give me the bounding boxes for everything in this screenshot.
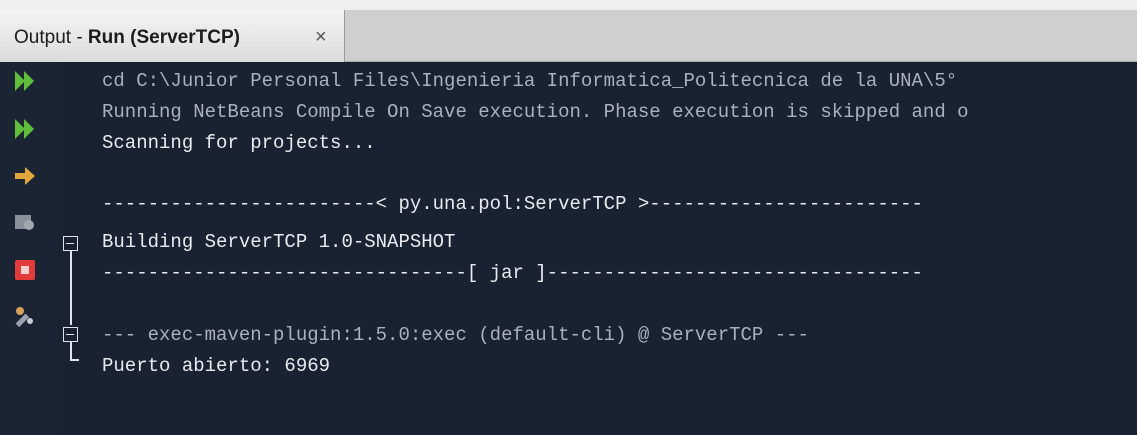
- stop-gray-icon[interactable]: [10, 207, 40, 237]
- tab-title: Output - Run (ServerTCP): [14, 27, 240, 49]
- tab-output-run[interactable]: Output - Run (ServerTCP) ×: [0, 10, 345, 62]
- console-line-scanning: Scanning for projects...: [102, 132, 376, 154]
- console-line-running: Running NetBeans Compile On Save executi…: [102, 101, 969, 123]
- step-icon[interactable]: [10, 161, 40, 191]
- rerun-icon[interactable]: [10, 66, 40, 96]
- fold-guide-exec: [70, 342, 72, 360]
- output-toolbar: [0, 62, 58, 435]
- fold-toggle-exec[interactable]: [63, 327, 78, 342]
- tab-title-prefix: Output -: [14, 27, 88, 48]
- console-line-puerto: Puerto abierto: 6969: [102, 355, 331, 377]
- console-line-cd: cd C:\Junior Personal Files\Ingenieria I…: [102, 70, 958, 92]
- console-line-exec: --- exec-maven-plugin:1.5.0:exec (defaul…: [102, 324, 809, 346]
- stop-icon[interactable]: [10, 255, 40, 285]
- rerun-with-options-icon[interactable]: [10, 114, 40, 144]
- fold-toggle-building[interactable]: [63, 236, 78, 251]
- output-window-header: Output - Run (ServerTCP) ×: [0, 0, 1137, 62]
- console-line-building: Building ServerTCP 1.0-SNAPSHOT: [102, 231, 456, 253]
- fold-guide-exec-end: [70, 359, 79, 361]
- close-icon[interactable]: ×: [315, 26, 327, 49]
- console-line-separator-project: ------------------------< py.una.pol:Ser…: [102, 193, 923, 215]
- tab-strip-empty: [345, 10, 1137, 62]
- tab-title-run: Run (ServerTCP): [87, 27, 240, 48]
- output-console[interactable]: cd C:\Junior Personal Files\Ingenieria I…: [58, 62, 1137, 435]
- tabstrip-top: [0, 0, 1137, 10]
- console-line-separator-jar: --------------------------------[ jar ]-…: [102, 262, 923, 284]
- settings-icon[interactable]: [10, 301, 40, 331]
- fold-guide-building: [70, 251, 72, 325]
